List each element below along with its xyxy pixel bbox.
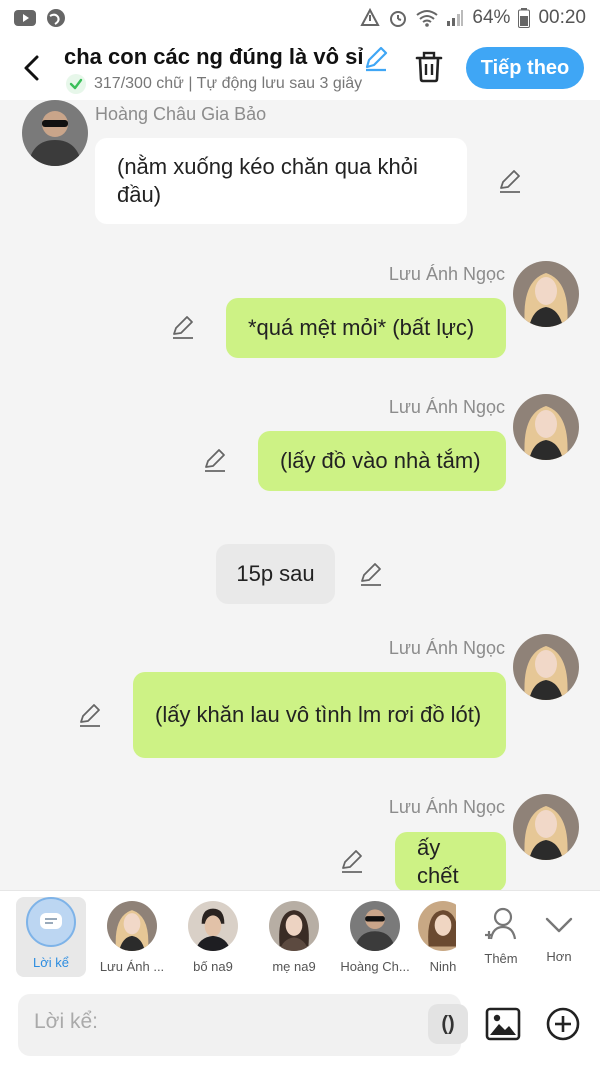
- clock: 00:20: [538, 7, 586, 28]
- message-text: ấy chết: [417, 835, 459, 888]
- narration-bubble[interactable]: 15p sau: [216, 544, 335, 604]
- character-label: Ninh: [429, 959, 456, 974]
- plus-circle-icon: [546, 1007, 580, 1041]
- chevron-down-icon: [545, 917, 573, 933]
- more-characters-button[interactable]: Hơn: [524, 897, 594, 977]
- character-selector: Lời kể Lưu Ánh ... bố na9 mẹ na9 Hoàng C…: [0, 890, 600, 982]
- input-bar: (): [0, 982, 600, 1067]
- wifi-icon: [416, 9, 439, 27]
- message-bubble[interactable]: *quá mệt mỏi* (bất lực): [226, 298, 506, 358]
- parentheses-button[interactable]: (): [428, 1004, 468, 1044]
- signal-icon: [446, 9, 464, 27]
- more-options-button[interactable]: [545, 1006, 581, 1042]
- avatar: [188, 901, 238, 951]
- character-luu-anh-ngoc[interactable]: Lưu Ánh ...: [97, 897, 167, 977]
- add-character-label: Thêm: [484, 951, 518, 966]
- story-title: cha con các ng đúng là vô sỉ: [64, 44, 364, 69]
- character-bo-na9[interactable]: bố na9: [178, 897, 248, 977]
- add-user-icon: [485, 907, 517, 940]
- avatar-luu-anh-ngoc[interactable]: [513, 794, 579, 860]
- trash-icon: [415, 51, 443, 83]
- edit-message-pencil-icon[interactable]: [202, 447, 228, 473]
- avatar-luu-anh-ngoc[interactable]: [513, 261, 579, 327]
- battery-percent: 64%: [472, 7, 511, 28]
- avatar-luu-anh-ngoc[interactable]: [513, 634, 579, 700]
- message-bubble[interactable]: (nằm xuống kéo chăn qua khỏi đầu): [95, 138, 467, 224]
- next-button[interactable]: Tiếp theo: [466, 47, 584, 89]
- status-bar: 64% 00:20: [0, 0, 600, 36]
- check-icon: [66, 74, 86, 94]
- message-bubble[interactable]: (lấy đồ vào nhà tắm): [258, 431, 506, 491]
- message-input-container[interactable]: (): [18, 994, 468, 1056]
- narration-text: 15p sau: [236, 561, 315, 586]
- edit-title-pencil-icon[interactable]: [362, 44, 390, 72]
- edit-message-pencil-icon[interactable]: [358, 561, 384, 587]
- message-text: (nằm xuống kéo chăn qua khỏi đầu): [117, 154, 418, 207]
- character-label: Lưu Ánh ...: [99, 959, 165, 974]
- edit-message-pencil-icon[interactable]: [339, 848, 365, 874]
- message-author: Lưu Ánh Ngọc: [388, 638, 505, 658]
- chat-area[interactable]: Hoàng Châu Gia Bảo (nằm xuống kéo chăn q…: [0, 100, 600, 890]
- avatar: [269, 901, 319, 951]
- chevron-left-icon: [24, 55, 39, 81]
- message-text: *quá mệt mỏi* (bất lực): [248, 315, 475, 340]
- delete-button[interactable]: [412, 50, 446, 84]
- message-text: (lấy đồ vào nhà tắm): [280, 448, 481, 473]
- character-narration[interactable]: Lời kể: [16, 897, 86, 977]
- character-hoang-chau[interactable]: Hoàng Ch...: [340, 897, 410, 977]
- youtube-icon: [14, 10, 36, 26]
- back-button[interactable]: [14, 50, 50, 86]
- data-saver-icon: [360, 8, 381, 28]
- alarm-icon: [388, 8, 408, 28]
- message-bubble[interactable]: ấy chết: [395, 832, 506, 890]
- image-icon: [485, 1007, 521, 1041]
- avatar: [107, 901, 157, 951]
- save-status: 317/300 chữ | Tự động lưu sau 3 giây: [66, 74, 362, 94]
- character-ninh[interactable]: Ninh: [416, 897, 456, 977]
- character-label: mẹ na9: [272, 959, 316, 974]
- message-input[interactable]: [34, 1010, 394, 1034]
- insert-image-button[interactable]: [485, 1006, 521, 1042]
- message-bubble[interactable]: (lấy khăn lau vô tình lm rơi đồ lót): [133, 672, 506, 758]
- message-author: Lưu Ánh Ngọc: [388, 397, 505, 417]
- more-label: Hơn: [546, 949, 572, 964]
- battery-icon: [518, 8, 531, 28]
- narration-icon: [26, 897, 76, 947]
- avatar-hoang-chau-gia-bao[interactable]: [22, 100, 88, 166]
- word-count-status: 317/300 chữ | Tự động lưu sau 3 giây: [94, 75, 363, 92]
- character-label: Lời kể: [33, 955, 69, 970]
- character-label: Hoàng Ch...: [340, 959, 410, 974]
- avatar-luu-anh-ngoc[interactable]: [513, 394, 579, 460]
- avatar: [418, 901, 456, 951]
- message-author: Lưu Ánh Ngọc: [388, 264, 505, 284]
- edit-message-pencil-icon[interactable]: [77, 702, 103, 728]
- edit-message-pencil-icon[interactable]: [170, 314, 196, 340]
- message-text: (lấy khăn lau vô tình lm rơi đồ lót): [155, 702, 482, 727]
- character-label: bố na9: [193, 959, 233, 974]
- message-author: Lưu Ánh Ngọc: [388, 797, 505, 817]
- message-author: Hoàng Châu Gia Bảo: [95, 104, 267, 124]
- browser-icon: [46, 8, 66, 28]
- header: cha con các ng đúng là vô sỉ 317/300 chữ…: [0, 36, 600, 100]
- avatar: [350, 901, 400, 951]
- edit-message-pencil-icon[interactable]: [497, 168, 523, 194]
- character-me-na9[interactable]: mẹ na9: [259, 897, 329, 977]
